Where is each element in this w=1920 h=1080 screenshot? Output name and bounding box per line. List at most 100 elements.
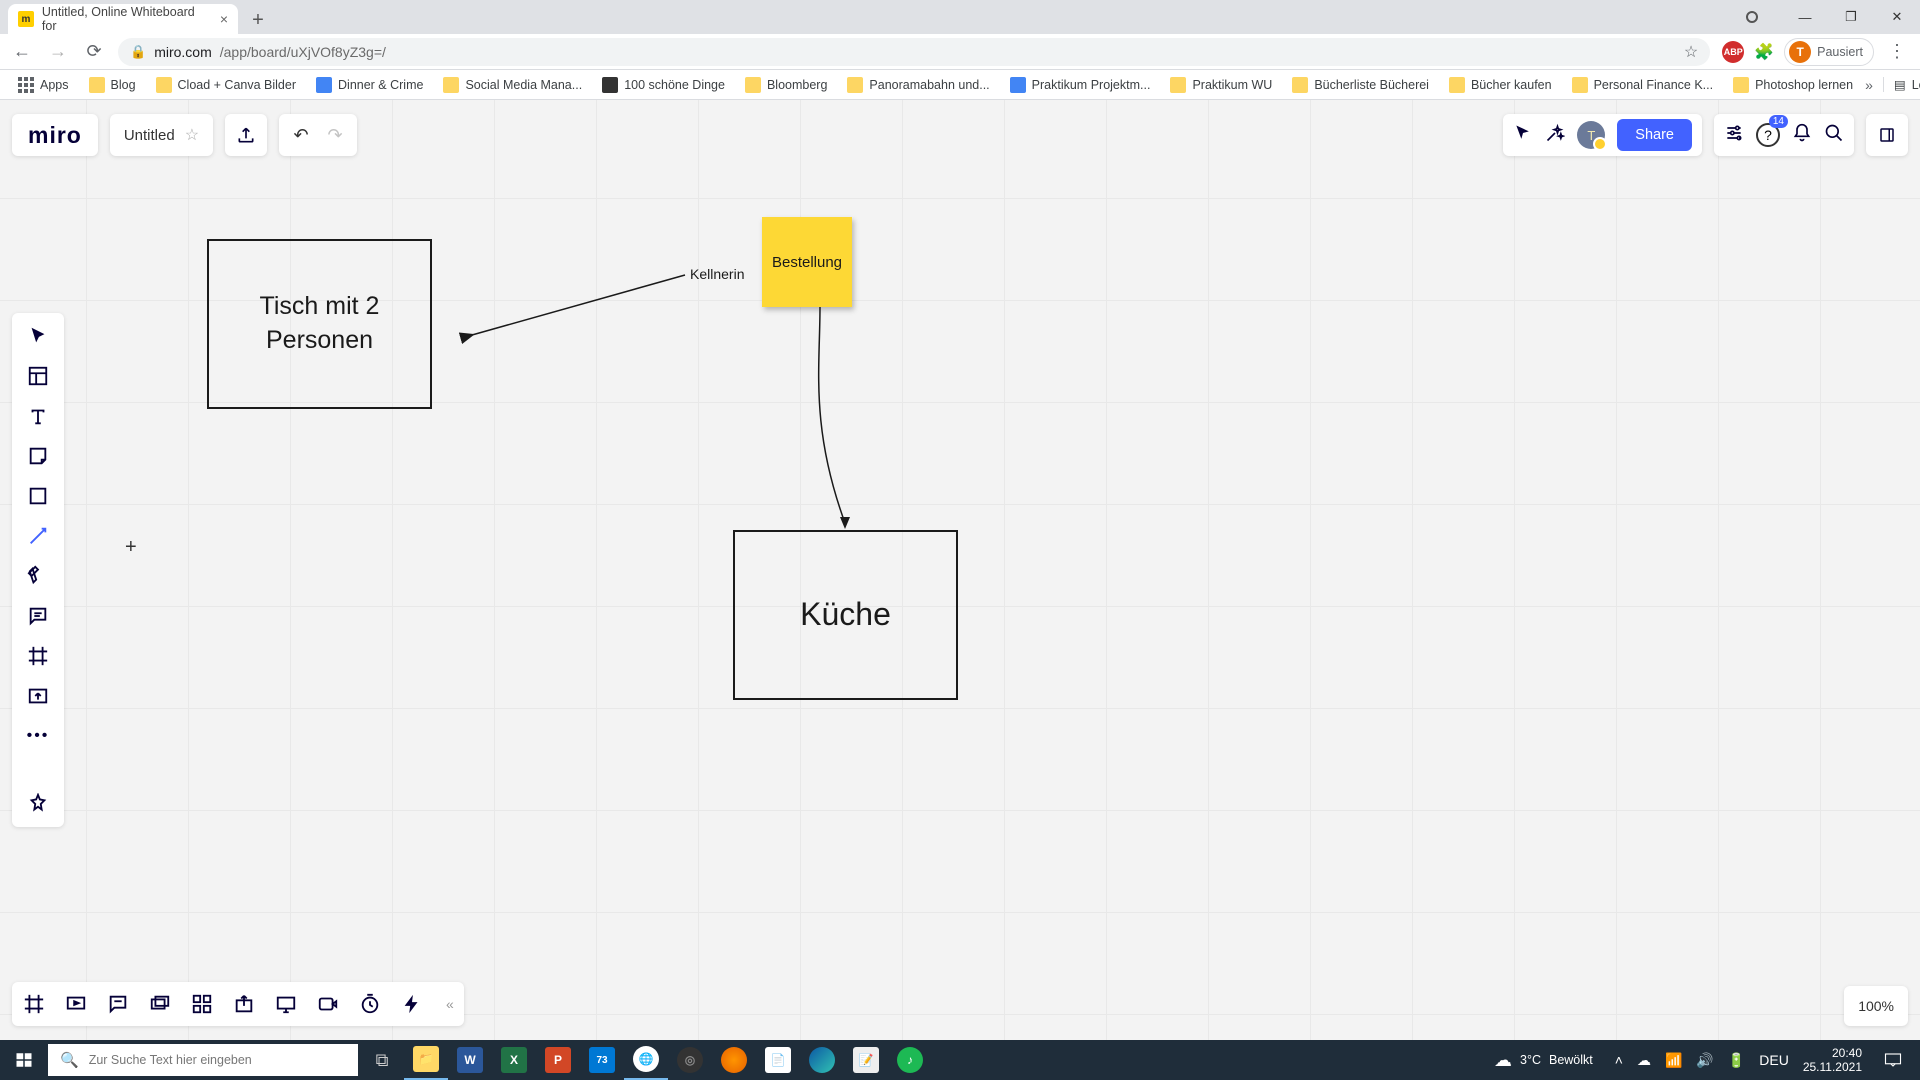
- bookmark-item[interactable]: Blog: [81, 73, 144, 97]
- volume-icon[interactable]: 🔊: [1696, 1052, 1713, 1069]
- shape-rectangle-tisch[interactable]: Tisch mit 2 Personen: [207, 239, 432, 409]
- reading-list-button[interactable]: ▤ Leseliste: [1883, 77, 1920, 92]
- battery-icon[interactable]: 🔋: [1728, 1052, 1745, 1069]
- adblock-icon[interactable]: ABP: [1722, 41, 1744, 63]
- side-panel-button[interactable]: [1866, 114, 1908, 156]
- obs-icon[interactable]: ◎: [668, 1040, 712, 1080]
- clock[interactable]: 20:40 25.11.2021: [1803, 1046, 1862, 1075]
- line-tool[interactable]: [22, 523, 54, 549]
- screen-icon[interactable]: [274, 992, 298, 1016]
- templates-tool[interactable]: [22, 363, 54, 389]
- miro-logo-button[interactable]: miro: [12, 114, 98, 156]
- weather-widget[interactable]: ☁ 3°C Bewölkt: [1494, 1050, 1593, 1071]
- share-button[interactable]: Share: [1617, 119, 1692, 151]
- start-button[interactable]: [0, 1040, 48, 1080]
- bookmarks-overflow-icon[interactable]: »: [1865, 77, 1873, 93]
- wifi-icon[interactable]: 📶: [1665, 1052, 1682, 1069]
- chrome-menu-icon[interactable]: ⋮: [1884, 41, 1910, 62]
- comments-panel-icon[interactable]: [106, 992, 130, 1016]
- edge-icon[interactable]: [800, 1040, 844, 1080]
- upload-tool[interactable]: [22, 683, 54, 709]
- comment-tool[interactable]: [22, 603, 54, 629]
- settings-icon[interactable]: [1724, 123, 1744, 148]
- calendar-icon[interactable]: 73: [580, 1040, 624, 1080]
- bookmark-item[interactable]: Praktikum WU: [1162, 73, 1280, 97]
- help-button[interactable]: ? 14: [1756, 123, 1780, 147]
- file-explorer-icon[interactable]: 📁: [404, 1040, 448, 1080]
- task-view-icon[interactable]: ⧉: [360, 1040, 404, 1080]
- maximize-button[interactable]: ❐: [1828, 0, 1874, 34]
- action-center-icon[interactable]: [1876, 1052, 1910, 1068]
- bookmark-item[interactable]: Bücherliste Bücherei: [1284, 73, 1437, 97]
- bookmark-item[interactable]: Bücher kaufen: [1441, 73, 1560, 97]
- language-indicator[interactable]: DEU: [1759, 1052, 1789, 1068]
- timer-icon[interactable]: [358, 992, 382, 1016]
- zoom-indicator[interactable]: 100%: [1844, 986, 1908, 1026]
- shape-rectangle-kueche[interactable]: Küche: [733, 530, 958, 700]
- text-tool[interactable]: [22, 403, 54, 429]
- notes-icon[interactable]: 📄: [756, 1040, 800, 1080]
- new-tab-button[interactable]: +: [244, 6, 272, 34]
- redo-button[interactable]: ↷: [321, 125, 349, 146]
- user-avatar[interactable]: T: [1577, 121, 1605, 149]
- bookmark-item[interactable]: Panoramabahn und...: [839, 73, 997, 97]
- account-dot-icon[interactable]: [1746, 11, 1758, 23]
- collapse-toolbar-icon[interactable]: «: [446, 996, 454, 1012]
- frame-tool[interactable]: [22, 643, 54, 669]
- bookmark-item[interactable]: Bloomberg: [737, 73, 835, 97]
- close-window-button[interactable]: ✕: [1874, 0, 1920, 34]
- select-tool[interactable]: [22, 323, 54, 349]
- more-tools[interactable]: •••: [22, 723, 54, 749]
- firefox-icon[interactable]: [712, 1040, 756, 1080]
- cursors-icon[interactable]: [1513, 123, 1533, 148]
- minimize-button[interactable]: —: [1782, 0, 1828, 34]
- sticky-note-tool[interactable]: [22, 443, 54, 469]
- bookmark-item[interactable]: Social Media Mana...: [435, 73, 590, 97]
- frames-panel-icon[interactable]: [22, 992, 46, 1016]
- browser-tab[interactable]: m Untitled, Online Whiteboard for ×: [8, 4, 238, 34]
- grid-icon[interactable]: [190, 992, 214, 1016]
- back-button[interactable]: ←: [10, 40, 34, 64]
- reactions-icon[interactable]: [1545, 123, 1565, 148]
- search-icon[interactable]: [1824, 123, 1844, 148]
- spotify-icon[interactable]: ♪: [888, 1040, 932, 1080]
- extensions-icon[interactable]: 🧩: [1754, 42, 1774, 62]
- word-icon[interactable]: W: [448, 1040, 492, 1080]
- bolt-icon[interactable]: [400, 992, 424, 1016]
- present-icon[interactable]: [64, 992, 88, 1016]
- export-button[interactable]: [225, 114, 267, 156]
- bookmark-item[interactable]: Personal Finance K...: [1564, 73, 1722, 97]
- forward-button[interactable]: →: [46, 40, 70, 64]
- profile-button[interactable]: T Pausiert: [1784, 38, 1874, 66]
- board-title-card[interactable]: Untitled ☆: [110, 114, 213, 156]
- url-field[interactable]: 🔒 miro.com/app/board/uXjVOf8yZ3g=/ ☆: [118, 38, 1710, 66]
- notifications-icon[interactable]: [1792, 123, 1812, 148]
- sticky-note-bestellung[interactable]: Bestellung: [762, 217, 852, 307]
- connector-arrow-1[interactable]: [460, 265, 690, 355]
- bookmark-item[interactable]: 100 schöne Dinge: [594, 73, 733, 97]
- apps-tool[interactable]: [22, 791, 54, 817]
- bookmark-item[interactable]: Cload + Canva Bilder: [148, 73, 304, 97]
- bookmark-star-icon[interactable]: ☆: [1684, 42, 1698, 62]
- notepad-icon[interactable]: 📝: [844, 1040, 888, 1080]
- excel-icon[interactable]: X: [492, 1040, 536, 1080]
- connector-arrow-2[interactable]: [800, 307, 880, 537]
- close-tab-icon[interactable]: ×: [220, 11, 228, 27]
- bookmark-item[interactable]: Praktikum Projektm...: [1002, 73, 1159, 97]
- bookmark-item[interactable]: Photoshop lernen: [1725, 73, 1861, 97]
- onedrive-icon[interactable]: ☁: [1637, 1052, 1651, 1069]
- taskbar-search[interactable]: 🔍 Zur Suche Text hier eingeben: [48, 1044, 358, 1076]
- star-icon[interactable]: ☆: [185, 125, 199, 145]
- bookmark-item[interactable]: Dinner & Crime: [308, 73, 431, 97]
- powerpoint-icon[interactable]: P: [536, 1040, 580, 1080]
- reload-button[interactable]: ⟳: [82, 40, 106, 64]
- record-icon[interactable]: [316, 992, 340, 1016]
- tray-expand-icon[interactable]: ˄: [1615, 1052, 1623, 1068]
- chrome-icon[interactable]: 🌐: [624, 1040, 668, 1080]
- pen-tool[interactable]: [22, 563, 54, 589]
- cards-icon[interactable]: [148, 992, 172, 1016]
- export-share-icon[interactable]: [232, 992, 256, 1016]
- text-kellnerin[interactable]: Kellnerin: [690, 266, 744, 282]
- undo-button[interactable]: ↶: [287, 125, 315, 146]
- apps-shortcut[interactable]: Apps: [10, 73, 77, 97]
